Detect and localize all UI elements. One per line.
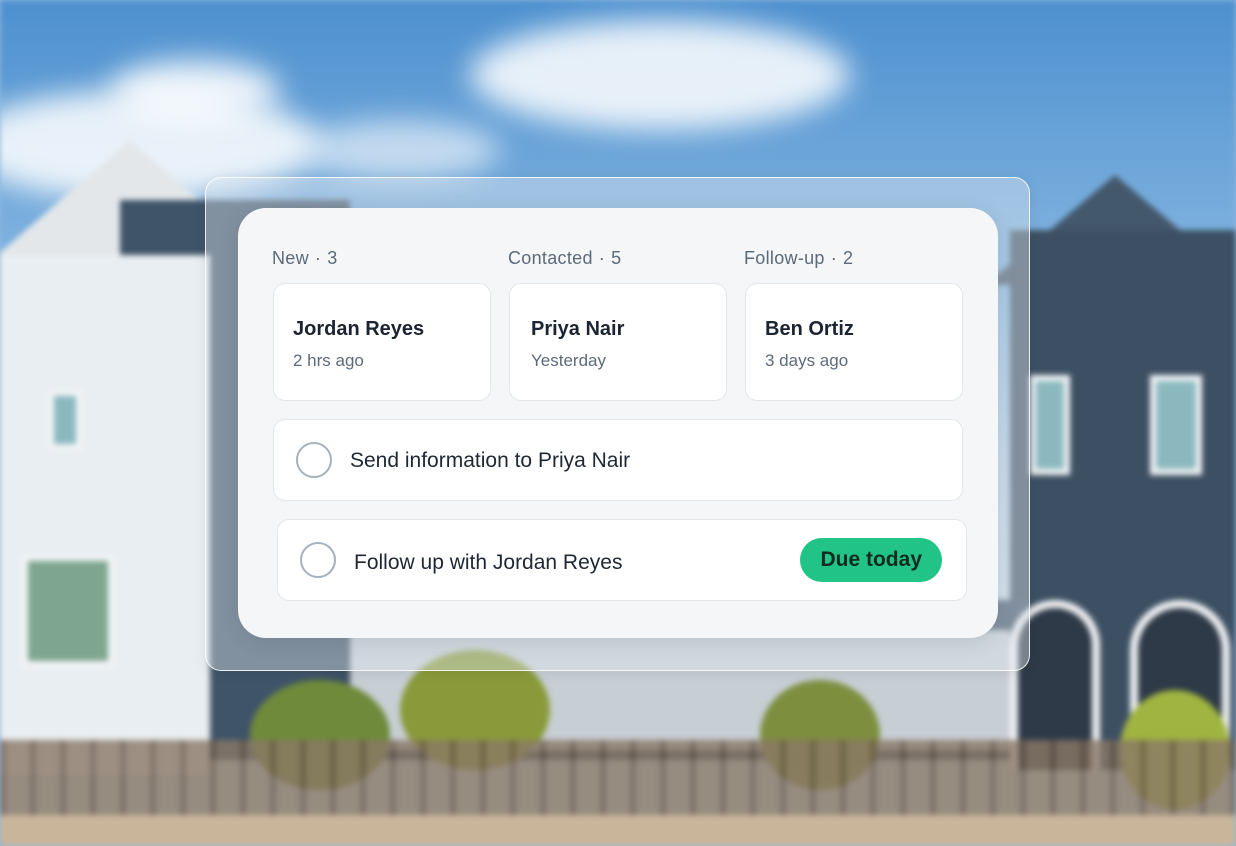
lead-card-jordan-reyes[interactable]: Jordan Reyes 2 hrs ago xyxy=(273,283,491,401)
column-label: Follow-up xyxy=(744,248,825,268)
cloud xyxy=(300,120,500,180)
lead-time: 2 hrs ago xyxy=(293,351,364,370)
lead-card-ben-ortiz[interactable]: Ben Ortiz 3 days ago xyxy=(745,283,963,401)
window xyxy=(22,555,114,667)
lead-name: Priya Nair xyxy=(531,318,625,340)
house xyxy=(0,255,210,775)
task-item-follow-up: Follow up with Jordan Reyes Due today xyxy=(277,519,967,601)
task-checkbox[interactable] xyxy=(300,542,336,578)
task-label: Send information to Priya Nair xyxy=(350,449,631,472)
lead-time: Yesterday xyxy=(531,351,606,370)
lead-name: Jordan Reyes xyxy=(293,318,425,340)
task-label: Follow up with Jordan Reyes xyxy=(354,551,623,574)
fence xyxy=(0,740,1236,820)
task-item-send-info: Send information to Priya Nair xyxy=(273,419,963,501)
window xyxy=(1030,375,1070,475)
due-today-badge: Due today xyxy=(800,538,942,582)
column-header-follow-up: Follow-up · 2 xyxy=(744,248,854,268)
lead-time: 3 days ago xyxy=(765,351,849,370)
column-label: New xyxy=(272,248,309,268)
column-count: 2 xyxy=(843,248,854,268)
window xyxy=(1150,375,1202,475)
column-label: Contacted xyxy=(508,248,593,268)
column-count: 3 xyxy=(327,248,338,268)
ground xyxy=(0,815,1236,846)
column-header-contacted: Contacted · 5 xyxy=(508,248,622,268)
cloud xyxy=(470,20,850,130)
lead-name: Ben Ortiz xyxy=(765,318,854,340)
window xyxy=(48,390,82,450)
column-count: 5 xyxy=(611,248,622,268)
task-checkbox[interactable] xyxy=(296,442,332,478)
lead-card-priya-nair[interactable]: Priya Nair Yesterday xyxy=(509,283,727,401)
column-header-new: New · 3 xyxy=(272,248,338,268)
cloud xyxy=(110,60,280,120)
